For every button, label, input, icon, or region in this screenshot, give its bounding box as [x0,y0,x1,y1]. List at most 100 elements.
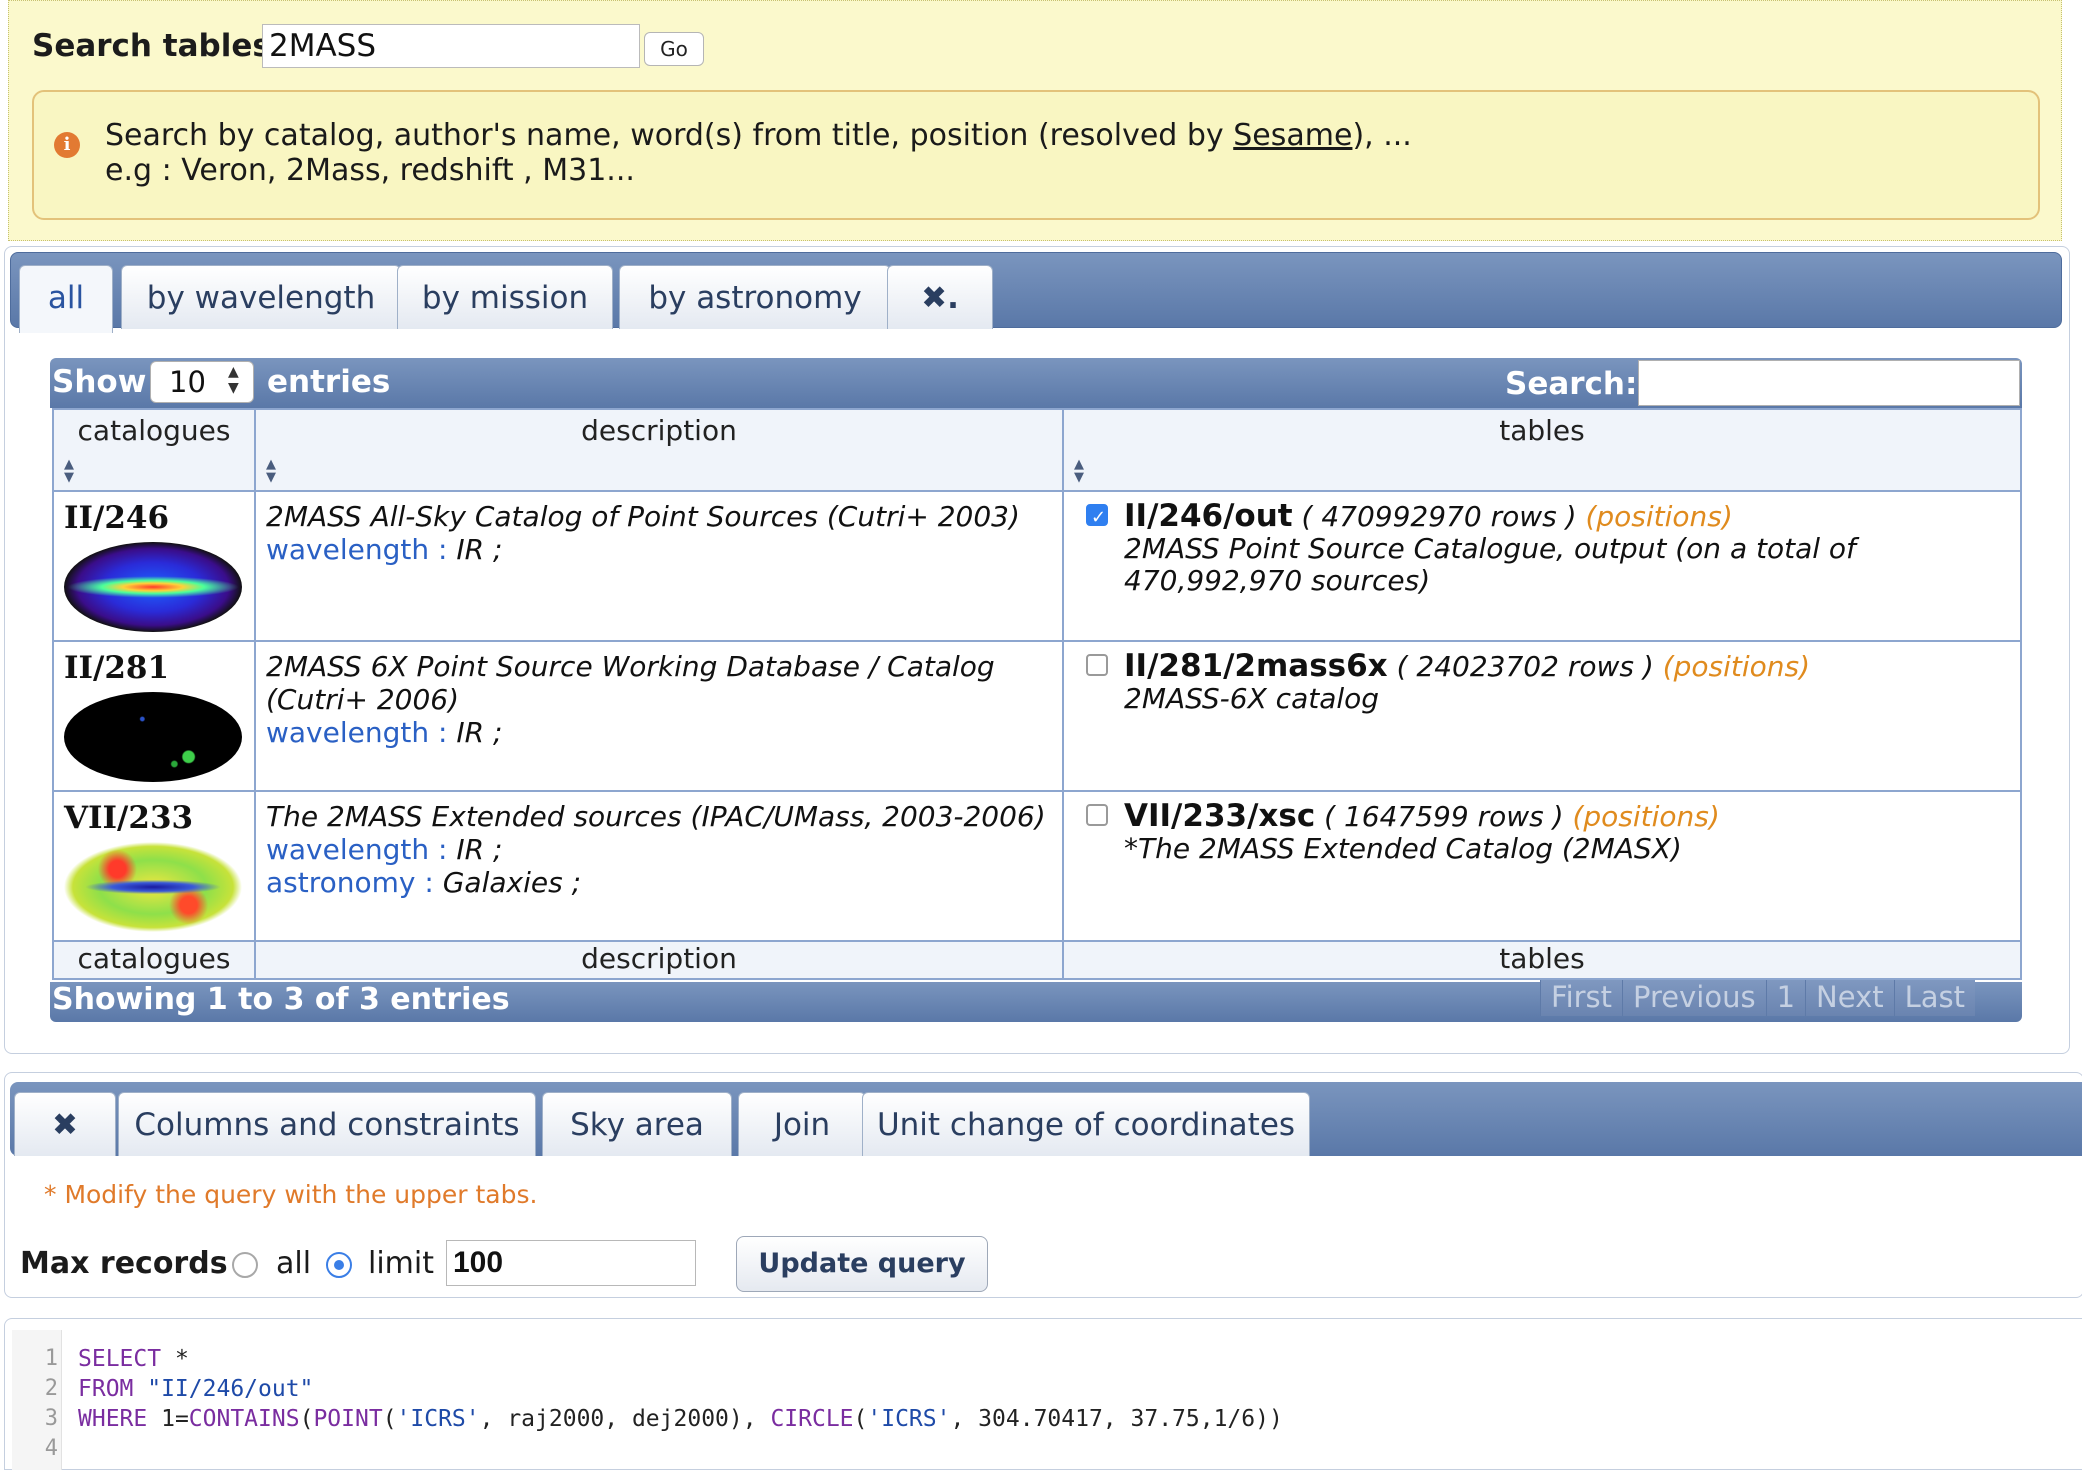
line-number: 4 [44,1436,58,1461]
tab-by-wavelength[interactable]: by wavelength [121,265,401,329]
table-name[interactable]: II/246/out [1124,498,1293,534]
table-name[interactable]: VII/233/xsc [1124,798,1315,834]
radio-limit-label: limit [368,1246,434,1281]
line-number: 2 [44,1376,58,1401]
previous-page-button[interactable]: Previous [1622,980,1766,1016]
tab-by-mission[interactable]: by mission [397,265,613,329]
select-arrows-icon: ▲ ▼ [228,364,239,396]
description-cell: 2MASS All-Sky Catalog of Point Sources (… [254,490,1064,642]
query-tab-bar: ✖ Columns and constraints Sky area Join … [10,1082,2082,1156]
keyword-sep: : [415,866,443,899]
sky-coverage-map [64,542,242,632]
column-header-catalogues[interactable]: catalogues ▲ ▼ [52,408,256,492]
tab-all[interactable]: all [19,265,113,333]
keyword-sep: : [429,716,457,749]
keyword-wavelength[interactable]: wavelength [266,716,429,749]
search-help-line1: Search by catalog, author's name, word(s… [105,118,1412,153]
tables-cell: II/246/out ( 470992970 rows ) (positions… [1062,490,2022,642]
code-line-3: WHERE 1=CONTAINS(POINT('ICRS', raj2000, … [78,1406,1283,1432]
table-checkbox[interactable] [1086,654,1108,676]
sql-text: ( [382,1406,397,1432]
info-icon: i [54,132,80,158]
table-description: 2MASS-6X catalog [1124,682,1380,715]
filter-tab-bar: all by wavelength by mission by astronom… [10,252,2062,333]
sql-string: 'ICRS' [867,1406,951,1432]
line-number: 1 [44,1346,58,1371]
positions-link[interactable]: (positions) [1663,650,1810,683]
sql-string: "II/246/out" [133,1376,314,1402]
table-entry: II/281/2mass6x ( 24023702 rows ) (positi… [1074,650,2010,683]
footer-catalogues: catalogues [52,940,256,980]
next-page-button[interactable]: Next [1805,980,1894,1016]
pagination: First Previous 1 Next Last [1540,980,1976,1016]
go-button[interactable]: Go [644,32,704,66]
radio-limit[interactable] [326,1252,352,1278]
table-name[interactable]: II/281/2mass6x [1124,648,1388,684]
catalog-cell: II/246 [52,490,256,642]
catalog-table: catalogues ▲ ▼ description ▲ ▼ tables ▲ ▼ II/2… [52,408,2022,980]
keyword-value: Galaxies ; [442,866,582,899]
sql-keyword: WHERE [78,1406,148,1432]
column-label: tables [1499,414,1585,447]
keyword-wavelength[interactable]: wavelength [266,533,429,566]
last-page-button[interactable]: Last [1893,980,1976,1016]
column-label: description [581,414,737,447]
sql-keyword: FROM [78,1376,134,1402]
sql-keyword: SELECT [78,1346,162,1372]
tab-sky-area[interactable]: Sky area [542,1092,732,1156]
table-search-input[interactable] [1638,360,2020,406]
positions-link[interactable]: (positions) [1572,800,1719,833]
keyword-wavelength[interactable]: wavelength [266,833,429,866]
entries-label: entries [267,364,391,400]
column-header-description[interactable]: description ▲ ▼ [254,408,1064,492]
footer-tables: tables [1062,940,2022,980]
catalog-id[interactable]: VII/233 [64,800,244,836]
keyword-line: wavelength : IR ; [266,833,1052,866]
table-description: *The 2MASS Extended Catalog (2MASX) [1124,832,1682,865]
table-entry: VII/233/xsc ( 1647599 rows ) (positions) [1074,800,2010,833]
keyword-value: IR ; [456,533,503,566]
catalog-title: 2MASS 6X Point Source Working Database /… [266,650,995,716]
tab-columns-and-constraints[interactable]: Columns and constraints [118,1092,536,1156]
close-filter-tab[interactable]: ✖. [887,265,993,329]
limit-input[interactable] [446,1240,696,1286]
keyword-line: wavelength : IR ; [266,716,1052,749]
tab-join[interactable]: Join [738,1092,866,1156]
sql-keyword: CIRCLE [770,1406,854,1432]
sql-text: , raj2000, dej2000), [479,1406,771,1432]
sql-text: , 304.70417, 37.75,1/6)) [950,1406,1283,1432]
tab-unit-change-of-coordinates[interactable]: Unit change of coordinates [862,1092,1310,1156]
table-search-label: Search: [1505,366,1638,402]
search-tables-input[interactable] [262,24,640,68]
catalog-title: The 2MASS Extended sources (IPAC/UMass, … [266,800,1046,833]
search-tables-label: Search tables [32,28,271,64]
show-label: Show [52,364,147,400]
page-1-button[interactable]: 1 [1765,980,1806,1016]
radio-all-label: all [276,1246,312,1281]
radio-all[interactable] [232,1252,258,1278]
update-query-button[interactable]: Update query [736,1236,988,1292]
first-page-button[interactable]: First [1540,980,1623,1016]
close-query-tab[interactable]: ✖ [14,1092,116,1156]
table-checkbox[interactable] [1086,502,1108,534]
tab-by-astronomy[interactable]: by astronomy [619,265,891,329]
sky-coverage-map [64,692,242,782]
adql-editor[interactable] [4,1318,2082,1470]
max-records-label: Max records [20,1246,228,1281]
sql-text: ( [853,1406,868,1432]
sesame-link[interactable]: Sesame [1233,118,1352,153]
keyword-astronomy[interactable]: astronomy [266,866,415,899]
tables-cell: II/281/2mass6x ( 24023702 rows ) (positi… [1062,640,2022,792]
footer-description: description [254,940,1064,980]
search-help-examples: e.g : Veron, 2Mass, redshift , M31... [105,153,635,188]
column-label: catalogues [77,414,231,447]
keyword-value: IR ; [456,716,503,749]
table-checkbox[interactable] [1086,804,1108,826]
sql-keyword: CONTAINS [188,1406,300,1432]
positions-link[interactable]: (positions) [1585,500,1732,533]
sky-coverage-map [64,842,242,932]
catalog-id[interactable]: II/246 [64,500,244,536]
tables-cell: VII/233/xsc ( 1647599 rows ) (positions)… [1062,790,2022,942]
catalog-id[interactable]: II/281 [64,650,244,686]
column-header-tables[interactable]: tables ▲ ▼ [1062,408,2022,492]
